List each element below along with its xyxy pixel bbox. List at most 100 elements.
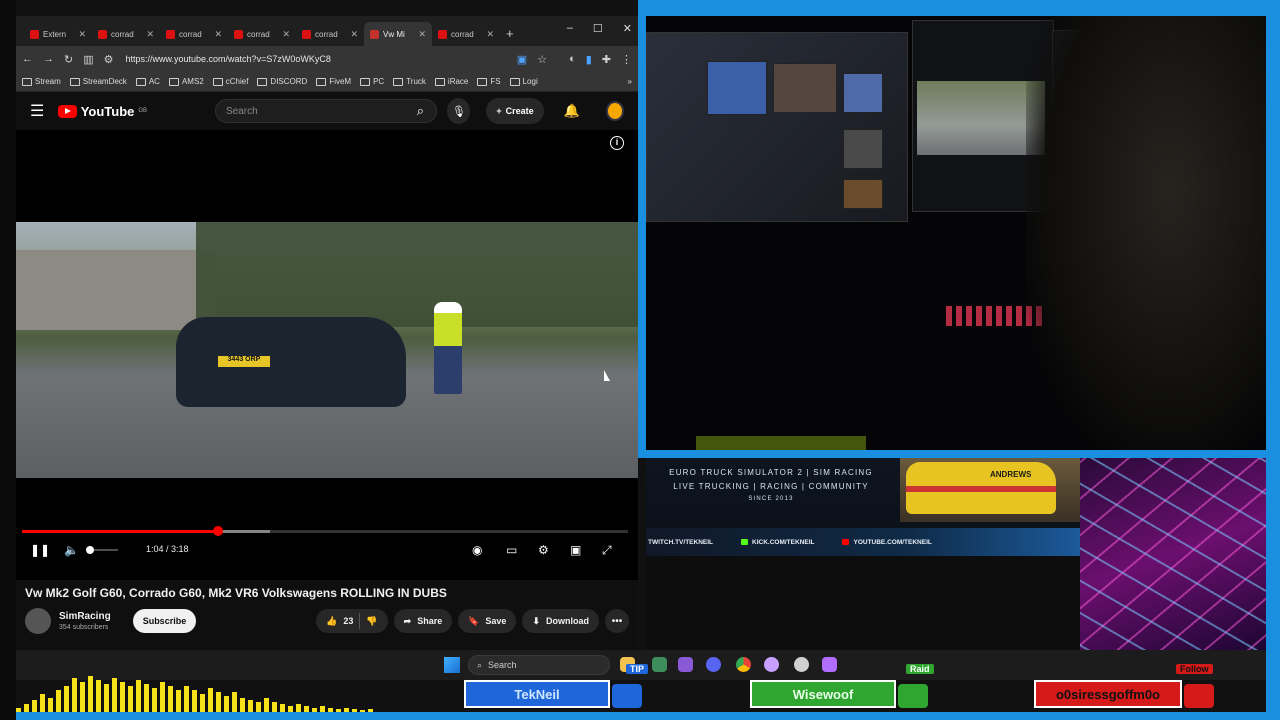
- search-icon[interactable]: ⌕: [404, 103, 436, 119]
- discord-icon[interactable]: [706, 657, 721, 672]
- fullscreen-icon[interactable]: ⤢: [602, 543, 612, 558]
- tab-label: corrad: [179, 29, 202, 39]
- menu-icon[interactable]: ⋮: [621, 53, 632, 66]
- back-icon[interactable]: ←: [22, 53, 33, 65]
- bookmark-item[interactable]: AMS2: [168, 77, 204, 86]
- bookmark-label: cChief: [225, 77, 249, 86]
- url-field[interactable]: https://www.youtube.com/watch?v=S7zW0oWK…: [124, 54, 507, 64]
- tab[interactable]: corrad ✕: [92, 22, 160, 46]
- mute-icon[interactable]: 🔈: [64, 543, 79, 557]
- create-label: Create: [505, 106, 534, 116]
- search-icon: ⌕: [477, 659, 483, 670]
- close-icon[interactable]: ✕: [146, 29, 154, 40]
- puzzle-icon[interactable]: ✚: [602, 53, 611, 66]
- follow-name: o0siressgoffm0o: [1055, 686, 1161, 702]
- bookmark-item[interactable]: StreamDeck: [69, 77, 127, 86]
- new-tab-icon[interactable]: +: [506, 26, 514, 41]
- extension-icon[interactable]: ▮: [586, 53, 592, 66]
- youtube-logo[interactable]: YouTube GB: [57, 104, 155, 119]
- close-icon[interactable]: ✕: [418, 29, 426, 40]
- equalizer-bar: [360, 710, 365, 712]
- notifications-bell-icon[interactable]: 🔔: [564, 103, 580, 119]
- tab[interactable]: corrad ✕: [432, 22, 500, 46]
- translate-icon[interactable]: ▣: [517, 53, 527, 66]
- bookmark-item[interactable]: Stream: [22, 77, 61, 86]
- bookmark-item[interactable]: FS: [477, 77, 501, 86]
- bookmark-item[interactable]: FiveM: [316, 77, 351, 86]
- subtitles-icon[interactable]: ▭: [506, 543, 517, 557]
- like-button[interactable]: 👍 23: [326, 616, 353, 627]
- progress-scrubber[interactable]: [212, 526, 223, 536]
- bookmark-item[interactable]: Truck: [393, 77, 426, 86]
- volume-slider[interactable]: [86, 546, 118, 554]
- pause-icon[interactable]: ❚❚: [30, 543, 50, 557]
- folder-icon: [212, 77, 223, 86]
- webcam-screen-thumbnail: [843, 179, 883, 209]
- obs-icon[interactable]: [794, 657, 809, 672]
- app-icon[interactable]: [678, 657, 693, 672]
- equalizer-bar: [288, 706, 293, 712]
- channel-name[interactable]: SimRacing: [59, 611, 111, 622]
- tab[interactable]: Extern ✕: [24, 22, 92, 46]
- autoplay-toggle-icon[interactable]: ◉: [472, 543, 482, 557]
- microphone-icon[interactable]: 🎙: [447, 98, 471, 124]
- equalizer-bar: [280, 704, 285, 712]
- bookmark-item[interactable]: iRace: [434, 77, 468, 86]
- video-frame[interactable]: 3443 ORP: [16, 222, 638, 478]
- app-icon[interactable]: [764, 657, 779, 672]
- extension-icon[interactable]: ◐: [569, 53, 576, 65]
- bookmark-item[interactable]: Logi: [509, 77, 538, 86]
- maximize-icon[interactable]: ☐: [593, 22, 603, 35]
- download-button[interactable]: ⬇ Download: [522, 609, 599, 633]
- channel-banner: EURO TRUCK SIMULATOR 2 | SIM RACING LIVE…: [646, 458, 1080, 556]
- tab[interactable]: corrad ✕: [296, 22, 364, 46]
- info-icon[interactable]: i: [610, 136, 624, 150]
- social-kick: KICK.COM/TEKNEIL: [741, 539, 814, 546]
- search-input[interactable]: Search ⌕: [214, 99, 438, 123]
- star-icon[interactable]: ☆: [537, 53, 547, 66]
- bookmark-label: FiveM: [329, 77, 352, 86]
- settings-gear-icon[interactable]: ⚙: [538, 543, 549, 557]
- thumbs-down-icon[interactable]: 👎: [366, 616, 377, 627]
- equalizer-bar: [352, 709, 357, 712]
- bookmark-item[interactable]: cChief: [212, 77, 249, 86]
- video-scene-trees: [196, 222, 638, 327]
- windows-start-icon[interactable]: [444, 657, 460, 673]
- more-bookmarks-icon[interactable]: »: [628, 77, 632, 86]
- close-icon[interactable]: ✕: [350, 29, 358, 40]
- subscribe-button[interactable]: Subscribe: [132, 609, 197, 633]
- video-player[interactable]: i 3443 ORP ❚❚ 🔈 1:04 / 3:18 ◉ ▭ ⚙ ▣ ⤢: [16, 130, 638, 580]
- create-button[interactable]: + Create: [486, 98, 544, 124]
- bookmark-item[interactable]: PC: [360, 77, 384, 86]
- app-icon[interactable]: [822, 657, 837, 672]
- tab[interactable]: corrad ✕: [160, 22, 228, 46]
- app-icon[interactable]: [652, 657, 667, 672]
- close-icon[interactable]: ✕: [78, 29, 86, 40]
- forward-icon[interactable]: →: [43, 53, 54, 65]
- close-icon[interactable]: ✕: [282, 29, 290, 40]
- save-button[interactable]: 🔖 Save: [458, 609, 517, 633]
- volume-knob[interactable]: [86, 546, 94, 554]
- chrome-icon[interactable]: [736, 657, 751, 672]
- progress-bar[interactable]: [22, 526, 628, 536]
- share-button[interactable]: ➦ Share: [393, 609, 453, 633]
- channel-avatar[interactable]: [25, 608, 51, 634]
- avatar[interactable]: [605, 101, 624, 121]
- more-options-icon[interactable]: •••: [605, 609, 629, 633]
- sidebar-icon[interactable]: ▥: [83, 53, 93, 66]
- reload-icon[interactable]: ↻: [64, 53, 73, 66]
- minimize-icon[interactable]: –: [567, 22, 573, 35]
- bookmark-item[interactable]: AC: [135, 77, 160, 86]
- site-info-icon[interactable]: ⚙: [104, 53, 114, 66]
- taskbar-search[interactable]: ⌕ Search: [468, 655, 610, 675]
- folder-icon: [477, 77, 488, 86]
- close-window-icon[interactable]: ✕: [623, 22, 632, 35]
- close-icon[interactable]: ✕: [486, 29, 494, 40]
- theater-mode-icon[interactable]: ▣: [570, 543, 581, 557]
- bookmark-item[interactable]: DISCORD: [257, 77, 307, 86]
- tab-active[interactable]: Vw Mi ✕: [364, 22, 432, 46]
- neon-grid-panel: [1080, 458, 1266, 650]
- close-icon[interactable]: ✕: [214, 29, 222, 40]
- tab[interactable]: corrad ✕: [228, 22, 296, 46]
- hamburger-menu-icon[interactable]: ☰: [30, 101, 48, 121]
